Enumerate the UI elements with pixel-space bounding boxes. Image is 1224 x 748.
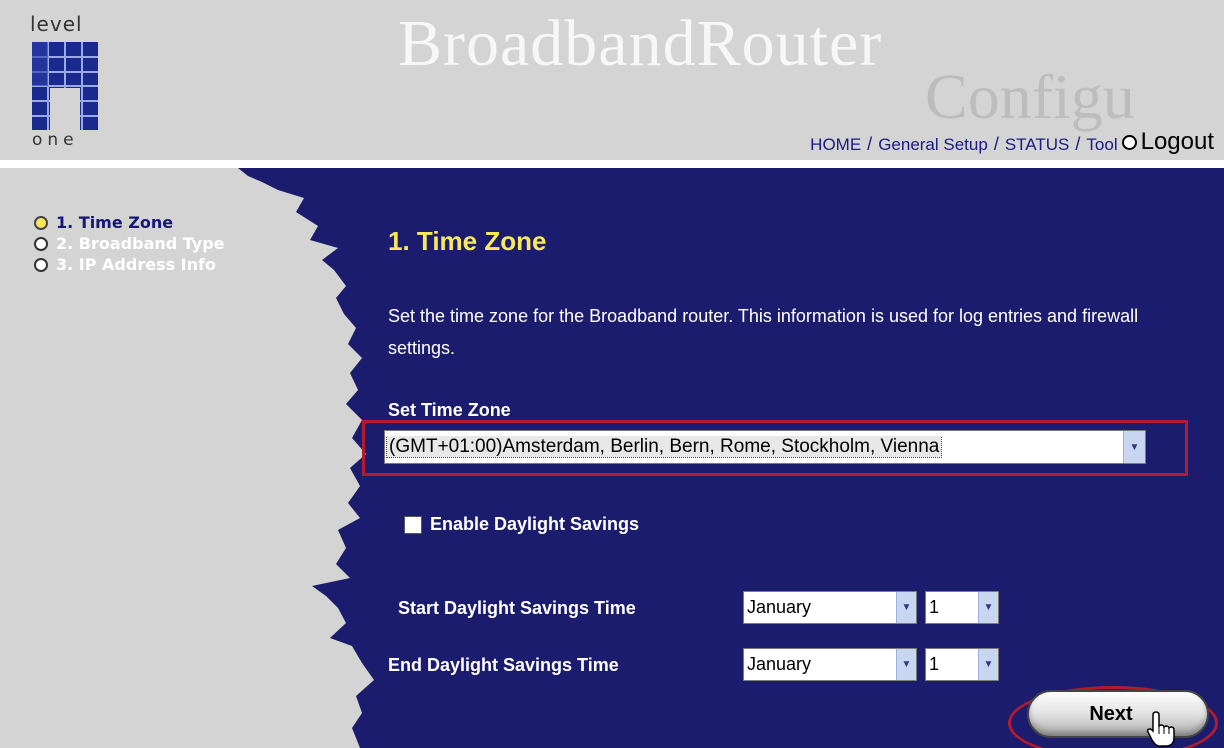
page-description: Set the time zone for the Broadband rout…	[388, 306, 1139, 358]
end-day-select[interactable]: 1 ▼	[925, 648, 999, 681]
radio-icon	[1121, 134, 1137, 150]
start-dst-label: Start Daylight Savings Time	[398, 598, 636, 618]
chevron-down-icon[interactable]: ▼	[978, 649, 998, 680]
nav-separator: /	[1075, 133, 1081, 154]
time-zone-label: Set Time Zone	[388, 400, 511, 420]
logout-control[interactable]: Logout	[1121, 128, 1214, 156]
step-broadband-type[interactable]: 2. Broadband Type	[34, 233, 225, 254]
top-nav: HOME / General Setup / STATUS / Tool Log…	[810, 128, 1214, 156]
step-bullet-icon	[34, 257, 48, 272]
chevron-down-icon[interactable]: ▼	[1123, 431, 1145, 463]
nav-separator: /	[993, 133, 999, 154]
chevron-down-icon[interactable]: ▼	[896, 592, 916, 623]
start-day-select[interactable]: 1 ▼	[925, 591, 999, 624]
end-month-select[interactable]: January ▼	[743, 648, 917, 681]
daylight-savings-row: Enable Daylight Savings	[404, 514, 639, 535]
logo-text-bottom: one	[32, 130, 79, 150]
chevron-down-icon[interactable]: ▼	[896, 649, 916, 680]
nav-separator: /	[867, 133, 873, 154]
daylight-savings-label: Enable Daylight Savings	[430, 514, 640, 534]
header-bar: level one Configu BroadbandRouter HOME /…	[0, 0, 1224, 160]
page-title: 1. Time Zone	[388, 226, 547, 256]
step-label: 3. IP Address Info	[56, 255, 216, 274]
logout-link[interactable]: Logout	[1141, 128, 1214, 156]
next-button[interactable]: Next	[1027, 690, 1209, 738]
levelone-logo: level one	[30, 12, 130, 152]
logo-text-top: level	[30, 12, 83, 36]
step-bullet-icon	[34, 215, 48, 230]
nav-status-link[interactable]: STATUS	[1005, 135, 1070, 155]
time-zone-select[interactable]: (GMT+01:00)Amsterdam, Berlin, Bern, Rome…	[384, 430, 1146, 464]
brand-title: BroadbandRouter	[398, 7, 883, 80]
end-day-value: 1	[929, 654, 940, 674]
end-dst-label: End Daylight Savings Time	[388, 655, 619, 675]
step-label: 2. Broadband Type	[56, 234, 225, 253]
time-zone-value: (GMT+01:00)Amsterdam, Berlin, Bern, Rome…	[385, 436, 943, 458]
brand-subtitle: Configu	[925, 61, 1135, 132]
step-ip-address-info[interactable]: 3. IP Address Info	[34, 254, 225, 275]
step-time-zone[interactable]: 1. Time Zone	[34, 212, 225, 233]
start-month-value: January	[747, 597, 812, 617]
next-button-label: Next	[1089, 702, 1133, 725]
nav-home-link[interactable]: HOME	[810, 135, 861, 155]
nav-tool-link[interactable]: Tool	[1086, 135, 1117, 155]
end-month-value: January	[747, 654, 812, 674]
logo-grid-icon	[32, 42, 98, 130]
start-day-value: 1	[929, 597, 940, 617]
step-bullet-icon	[34, 236, 48, 251]
nav-general-setup-link[interactable]: General Setup	[878, 135, 988, 155]
step-label: 1. Time Zone	[56, 213, 174, 232]
start-month-select[interactable]: January ▼	[743, 591, 917, 624]
daylight-savings-checkbox[interactable]	[404, 515, 422, 534]
chevron-down-icon[interactable]: ▼	[978, 592, 998, 623]
wizard-steps: 1. Time Zone 2. Broadband Type 3. IP Add…	[34, 212, 225, 275]
hand-cursor-icon	[1146, 711, 1175, 747]
